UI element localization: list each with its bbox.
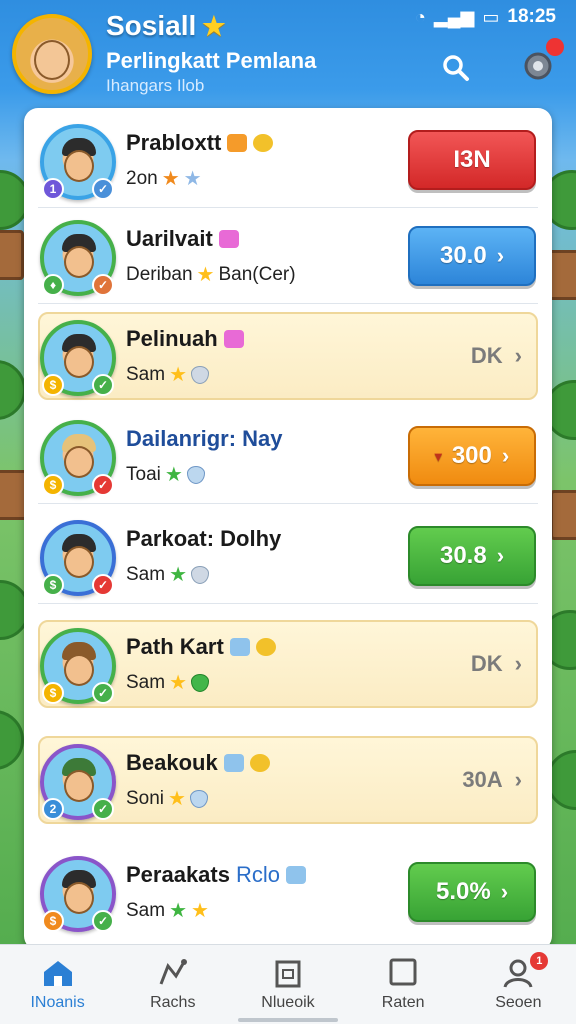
- green-star-icon: ★: [169, 564, 188, 586]
- player-subtitle: 2on ★ ★: [126, 167, 202, 191]
- score-label[interactable]: DK ›: [408, 634, 536, 694]
- nav-item-rachs[interactable]: Rachs: [123, 958, 223, 1012]
- page-subtitle: Ihangars Ilob: [106, 76, 205, 95]
- silver-shield-icon: [191, 565, 210, 584]
- wifi-icon: ◔: [415, 6, 426, 27]
- player-subtitle: Sam ★: [126, 562, 210, 587]
- blue-shield-icon: [186, 465, 205, 484]
- avatar: 2 ✓: [40, 744, 116, 820]
- green-star-icon: ★: [169, 900, 188, 922]
- gold-coin-icon: [249, 754, 270, 772]
- home-indicator: [238, 1018, 338, 1022]
- nav-item-raten[interactable]: Raten: [353, 958, 453, 1012]
- orange-star-icon: ★: [161, 168, 180, 190]
- score-button[interactable]: I3N: [408, 130, 536, 190]
- user-avatar[interactable]: [12, 14, 92, 94]
- silver-shield-icon: [191, 365, 210, 384]
- app-title: Sosiall ★: [106, 10, 226, 41]
- list-item[interactable]: ♦ ✓ Uarilvait Deriban ★ Ban(Cer) 30.0 ›: [24, 208, 552, 304]
- signal-icon: ▂▄▆: [433, 6, 475, 27]
- pink-gem-icon: [223, 330, 244, 348]
- player-name: Uarilvait: [126, 226, 239, 252]
- player-name: Prabloxtt: [126, 130, 274, 156]
- app-header: Sosiall ★ Perlingkatt Pemlana Ihangars I…: [0, 0, 576, 110]
- chevron-right-icon: ›: [500, 879, 509, 904]
- list-item[interactable]: $ ✓ Path Kart Sam ★ DK ›: [24, 616, 552, 712]
- player-name: Pelinuah: [126, 326, 244, 352]
- settings-button[interactable]: [516, 38, 564, 88]
- score-button[interactable]: ▾ 300 ›: [408, 426, 536, 486]
- green-shield-icon: [191, 673, 210, 692]
- blue-gem-icon: [229, 638, 250, 656]
- search-icon: [443, 55, 469, 81]
- player-name: Beakouk: [126, 750, 270, 776]
- square-icon: [389, 958, 417, 985]
- list-item[interactable]: $ ✓ Dailanrigr: Nay Toai ★ ▾ 300 ›: [24, 408, 552, 504]
- nav-item-nlueoik[interactable]: Nlueoik: [238, 958, 338, 1012]
- score-button[interactable]: 30.0 ›: [408, 226, 536, 286]
- player-subtitle: Toai ★: [126, 462, 205, 487]
- avatar: $ ✓: [40, 856, 116, 932]
- player-subtitle: Sam ★: [126, 362, 210, 387]
- notification-dot: [546, 38, 564, 56]
- star-icon: ★: [169, 364, 188, 386]
- status-time: 18:25: [507, 6, 556, 27]
- list-item[interactable]: $ ✓ Pelinuah Sam ★ DK ›: [24, 308, 552, 404]
- blue-gem-icon: [286, 866, 306, 884]
- star-icon: ★: [191, 900, 209, 922]
- gold-coin-icon: [253, 134, 274, 152]
- score-label[interactable]: DK ›: [408, 326, 536, 386]
- player-name: Peraakats Rclo: [126, 862, 306, 888]
- avatar: $ ✓: [40, 420, 116, 496]
- green-star-icon: ★: [164, 464, 183, 486]
- bottom-nav: INoanis Rachs Nlueoik Raten 1 Seoen: [0, 944, 576, 1024]
- pink-gem-icon: [218, 230, 239, 248]
- player-subtitle: Sam ★ ★: [126, 899, 209, 923]
- home-icon: [43, 960, 72, 986]
- player-name: Path Kart: [126, 634, 276, 660]
- player-subtitle: Sam ★: [126, 670, 210, 695]
- battery-icon: ▭: [482, 6, 500, 27]
- list-item[interactable]: 1 ✓ Prabloxtt 2on ★ ★ I3N: [24, 112, 552, 208]
- player-name: Parkoat: Dolhy: [126, 526, 282, 551]
- player-name: Dailanrigr: Nay: [126, 426, 283, 451]
- chevron-right-icon: ›: [496, 243, 505, 268]
- blue-gem-icon: [223, 754, 244, 772]
- player-subtitle: Deriban ★ Ban(Cer): [126, 263, 296, 287]
- score-label[interactable]: 30A ›: [408, 750, 536, 810]
- score-button[interactable]: 5.0% ›: [408, 862, 536, 922]
- star-icon: ★: [196, 264, 215, 286]
- avatar: $ ✓: [40, 628, 116, 704]
- star-icon: ★: [169, 672, 188, 694]
- leaderboard-panel: 1 ✓ Prabloxtt 2on ★ ★ I3N ♦ ✓ Uarilvait De…: [24, 108, 552, 950]
- status-bar: ◔ ▂▄▆ ▭ 18:25: [415, 6, 556, 28]
- search-button[interactable]: [436, 48, 476, 88]
- chevron-right-icon: ›: [496, 543, 505, 568]
- page-title: Perlingkatt Pemlana: [106, 48, 317, 73]
- gold-coin-icon: [255, 638, 276, 656]
- chevron-right-icon: ›: [501, 443, 510, 468]
- star-icon: ★: [202, 10, 226, 41]
- avatar: $ ✓: [40, 520, 116, 596]
- list-item[interactable]: $ ✓ Peraakats Rclo Sam ★ ★ 5.0% ›: [24, 844, 552, 940]
- blue-shield-icon: [189, 789, 208, 808]
- avatar: $ ✓: [40, 320, 116, 396]
- inbox-icon: [275, 960, 301, 987]
- chevron-right-icon: ›: [514, 767, 522, 792]
- notification-badge: 1: [530, 951, 549, 970]
- orange-gem-icon: [227, 134, 248, 152]
- list-item[interactable]: 2 ✓ Beakouk Soni ★ 30A ›: [24, 732, 552, 828]
- chevron-right-icon: ›: [514, 343, 522, 368]
- nav-item-seoen[interactable]: 1 Seoen: [468, 951, 568, 1012]
- player-subtitle: Soni ★: [126, 786, 208, 811]
- blue-star-icon: ★: [183, 168, 202, 190]
- avatar: 1 ✓: [40, 124, 116, 200]
- chart-icon: [159, 958, 187, 985]
- nav-item-home[interactable]: INoanis: [8, 958, 108, 1012]
- list-item[interactable]: $ ✓ Parkoat: Dolhy Sam ★ 30.8 ›: [24, 508, 552, 604]
- avatar: ♦ ✓: [40, 220, 116, 296]
- score-button[interactable]: 30.8 ›: [408, 526, 536, 586]
- star-icon: ★: [168, 788, 186, 810]
- chevron-right-icon: ›: [514, 651, 522, 676]
